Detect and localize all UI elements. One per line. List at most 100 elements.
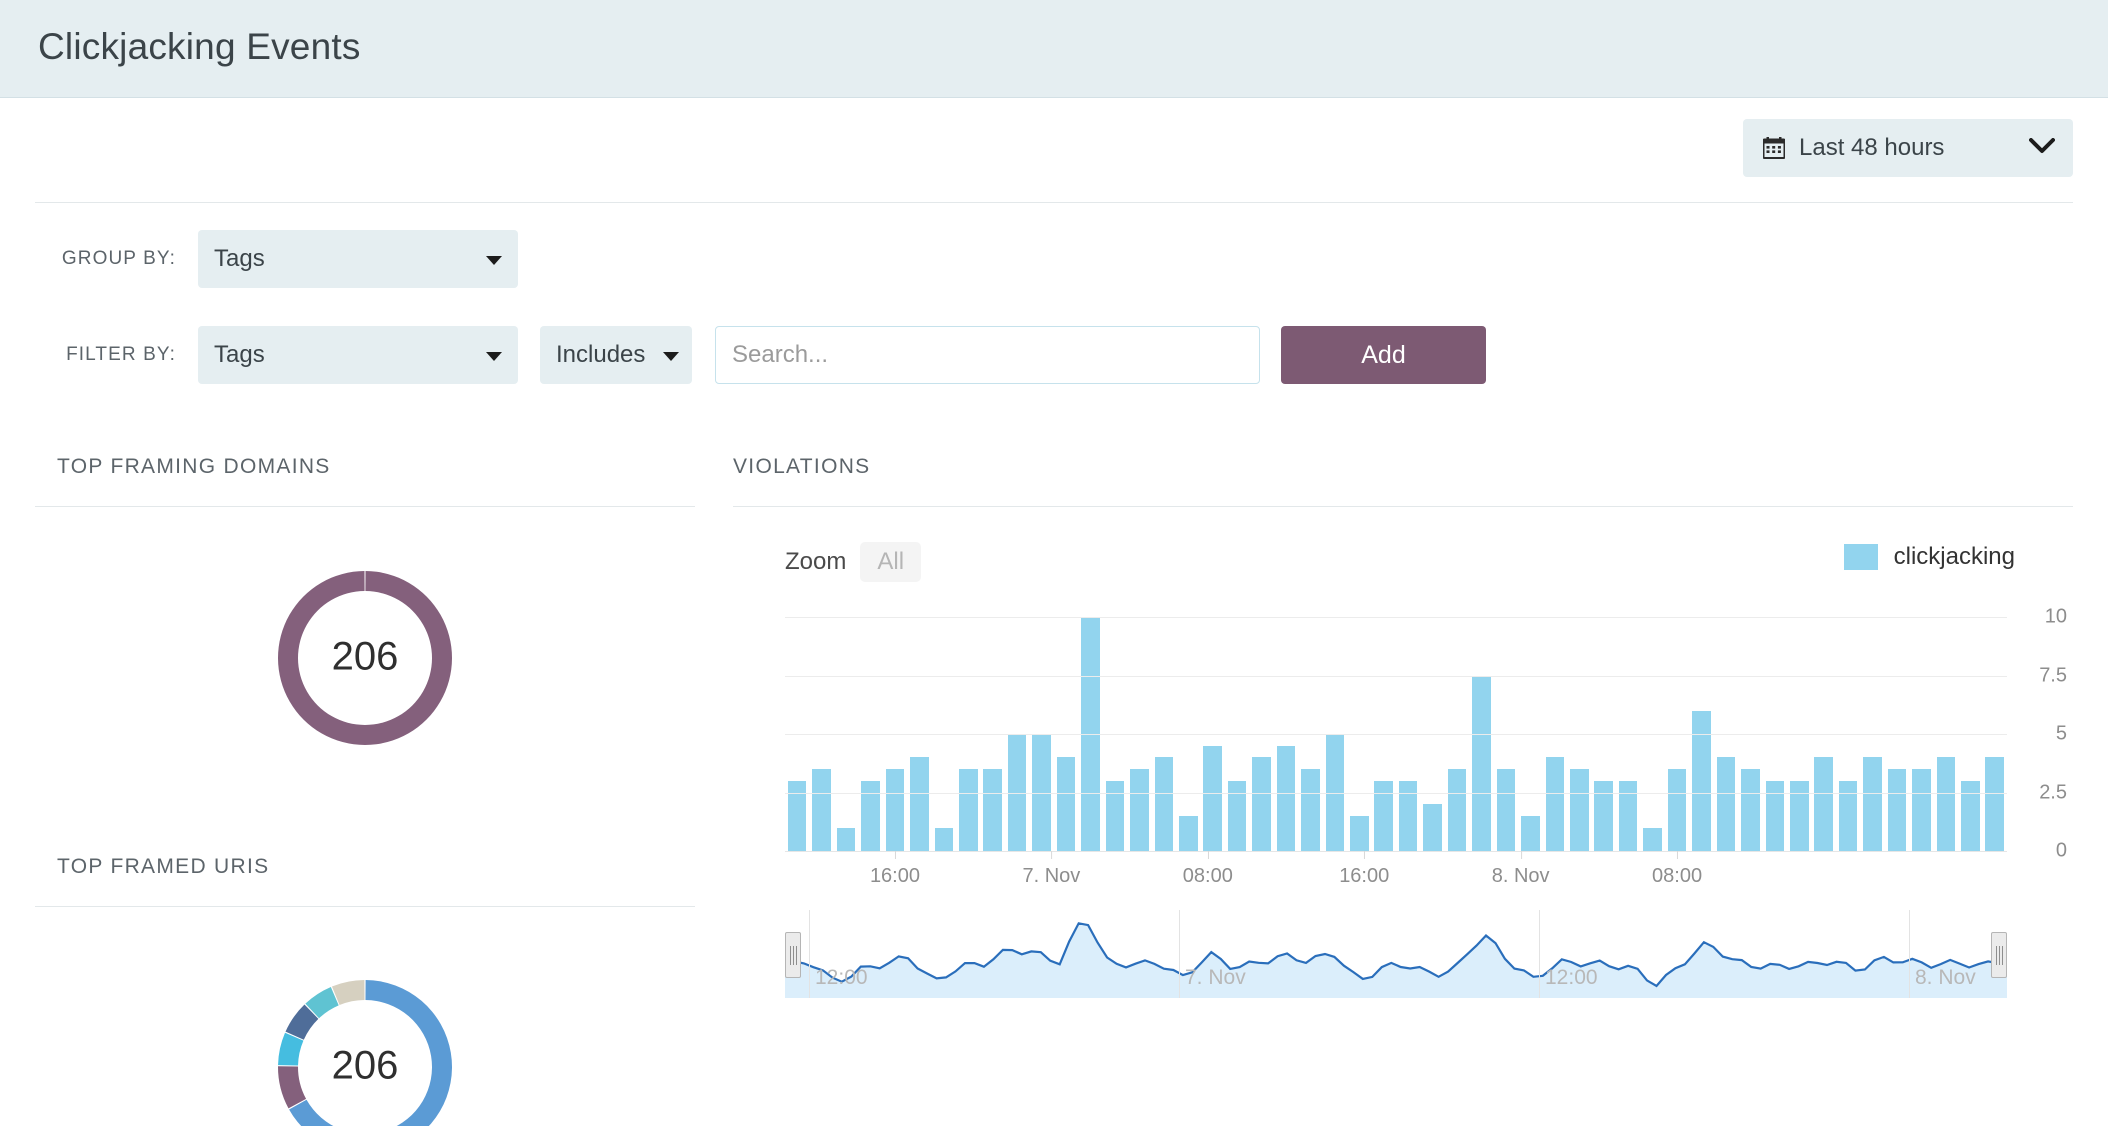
x-axis-tick-mark xyxy=(1051,851,1053,859)
chart-bar[interactable] xyxy=(1350,815,1369,851)
chart-bar[interactable] xyxy=(1887,769,1907,851)
legend-label: clickjacking xyxy=(1893,543,2015,570)
chart-plot-area: 0 2.5 5 7.5 10 xyxy=(785,603,2067,862)
x-axis-tick-label: 8. Nov xyxy=(1492,851,1550,888)
navigator-tick-label: 12:00 xyxy=(1545,966,1598,989)
chart-bar[interactable] xyxy=(1985,757,2005,851)
navigator-tick-label: 8. Nov xyxy=(1915,966,1976,989)
filter-by-value: Tags xyxy=(214,341,265,368)
zoom-controls: Zoom All xyxy=(785,542,922,582)
chart-bar[interactable] xyxy=(1863,757,1882,851)
chart-bar[interactable] xyxy=(1521,815,1540,851)
chart-bar[interactable] xyxy=(861,780,880,851)
chart-navigator[interactable]: 12:00 7. Nov 12:00 8. Nov xyxy=(785,910,2007,998)
chart-bar[interactable] xyxy=(910,757,929,851)
chart-bar[interactable] xyxy=(1056,757,1076,851)
donut-center-value: 206 xyxy=(332,1044,399,1088)
chart-bar[interactable] xyxy=(1398,780,1418,851)
chart-bar[interactable] xyxy=(1936,757,1956,851)
chart-bar[interactable] xyxy=(1276,745,1296,851)
clickjacking-events-page: Clickjacking Events Last 48 hours GROUP … xyxy=(0,0,2108,1126)
x-axis-tick-label: 7. Nov xyxy=(1022,851,1080,888)
chart-bar[interactable] xyxy=(1203,745,1222,851)
chart-bar[interactable] xyxy=(1423,804,1442,851)
filter-operator-select[interactable]: Includes xyxy=(540,326,692,384)
add-filter-button[interactable]: Add xyxy=(1281,326,1486,384)
filter-by-row: FILTER BY: Tags Includes Add xyxy=(0,326,2108,384)
navigator-right-handle[interactable] xyxy=(1991,932,2007,978)
zoom-all-button[interactable]: All xyxy=(860,542,922,582)
chart-bar[interactable] xyxy=(1252,757,1271,851)
search-input[interactable] xyxy=(715,326,1260,384)
top-framed-uris-title: TOP FRAMED URIS xyxy=(57,855,270,878)
top-framed-uris-donut[interactable]: 206 xyxy=(35,952,695,1126)
chart-bar[interactable] xyxy=(1618,780,1638,851)
chart-bar[interactable] xyxy=(1447,769,1467,851)
chart-bar[interactable] xyxy=(836,827,856,851)
navigator-left-handle[interactable] xyxy=(785,932,801,978)
chart-bar[interactable] xyxy=(1838,780,1858,851)
x-axis-ticks: 16:00 7. Nov 08:00 16:00 8. Nov 08:00 xyxy=(785,851,2007,891)
donut-chart-framing-domains: 206 xyxy=(278,571,452,745)
chart-bar[interactable] xyxy=(1154,757,1174,851)
chart-bar[interactable] xyxy=(1227,780,1247,851)
chart-bar[interactable] xyxy=(1594,780,1613,851)
chart-bar[interactable] xyxy=(934,827,954,851)
caret-down-icon xyxy=(486,352,502,361)
chart-bar[interactable] xyxy=(983,769,1002,851)
left-column: TOP FRAMING DOMAINS 206 TOP FRAMED URIS … xyxy=(35,455,695,1126)
chart-bar[interactable] xyxy=(1374,780,1394,851)
date-range-label: Last 48 hours xyxy=(1799,134,1945,161)
gridline xyxy=(785,675,2007,677)
chevron-down-icon xyxy=(2029,137,2055,159)
page-title: Clickjacking Events xyxy=(38,26,361,67)
top-framed-uris-section: TOP FRAMED URIS xyxy=(35,855,695,879)
calendar-icon xyxy=(1763,137,1785,159)
header-divider xyxy=(35,202,2073,203)
filter-by-select[interactable]: Tags xyxy=(198,326,518,384)
chart-bar[interactable] xyxy=(1178,815,1198,851)
chart-bar[interactable] xyxy=(1692,710,1711,851)
zoom-label: Zoom xyxy=(785,548,847,575)
chart-bar[interactable] xyxy=(1667,769,1687,851)
caret-down-icon xyxy=(663,352,679,361)
gridline xyxy=(785,792,2007,794)
chart-bar[interactable] xyxy=(1570,769,1589,851)
chart-bar[interactable] xyxy=(1814,757,1833,851)
chart-bar[interactable] xyxy=(1472,675,1491,851)
chart-bar[interactable] xyxy=(1741,769,1760,851)
y-axis-tick-label: 2.5 xyxy=(2039,781,2067,803)
chart-bar[interactable] xyxy=(1496,769,1516,851)
chart-bar[interactable] xyxy=(1961,780,1980,851)
chart-bar[interactable] xyxy=(812,769,831,851)
y-axis-tick-label: 10 xyxy=(2044,605,2067,628)
chart-bar[interactable] xyxy=(1912,769,1931,851)
chart-legend[interactable]: clickjacking xyxy=(1843,543,2015,571)
chart-bar[interactable] xyxy=(1105,780,1125,851)
top-framing-domains-donut[interactable]: 206 xyxy=(35,543,695,773)
caret-down-icon xyxy=(486,256,502,265)
chart-bar[interactable] xyxy=(959,769,978,851)
chart-bar[interactable] xyxy=(1789,780,1809,851)
top-framing-domains-title: TOP FRAMING DOMAINS xyxy=(57,455,331,478)
chart-bar[interactable] xyxy=(885,769,905,851)
x-axis-tick-label: 08:00 xyxy=(1183,851,1233,888)
navigator-tick-label: 7. Nov xyxy=(1185,966,1246,989)
chart-bar[interactable] xyxy=(1545,757,1565,851)
page-header: Clickjacking Events xyxy=(0,0,2108,98)
filter-by-label: FILTER BY: xyxy=(66,344,176,365)
group-by-select[interactable]: Tags xyxy=(198,230,518,288)
group-by-label: GROUP BY: xyxy=(61,248,176,269)
group-by-row: GROUP BY: Tags xyxy=(0,230,2108,288)
donut-segment[interactable] xyxy=(278,1066,307,1109)
chart-bar[interactable] xyxy=(1130,769,1149,851)
navigator-divider xyxy=(1909,910,1910,998)
filter-operator-value: Includes xyxy=(556,341,646,368)
x-axis-tick-mark xyxy=(1520,851,1522,859)
chart-bar[interactable] xyxy=(1716,757,1736,851)
date-range-selector[interactable]: Last 48 hours xyxy=(1743,119,2073,177)
chart-bar[interactable] xyxy=(787,780,807,851)
chart-bar[interactable] xyxy=(1301,769,1320,851)
chart-bar[interactable] xyxy=(1765,780,1785,851)
chart-bar[interactable] xyxy=(1643,827,1662,851)
